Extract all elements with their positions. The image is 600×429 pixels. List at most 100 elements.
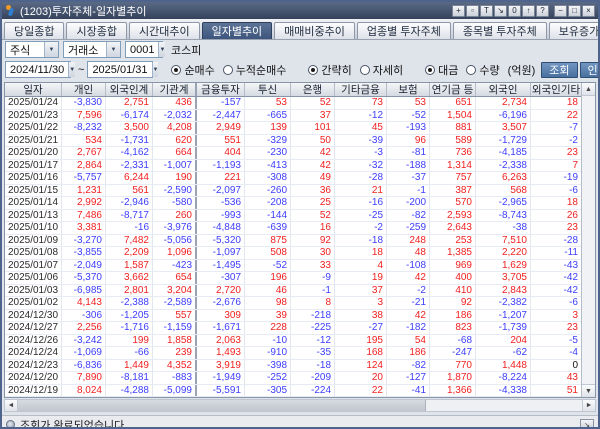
- value-cell: 1,858: [153, 335, 197, 347]
- tab-매매비중추이[interactable]: 매매비중추이: [274, 22, 355, 39]
- table-row[interactable]: 2025/01/21534-1,731620551-32950-3996589-…: [5, 135, 581, 148]
- value-cell: -9: [291, 272, 335, 284]
- table-row[interactable]: 2025/01/06-5,3703,662654-307196-91942400…: [5, 272, 581, 285]
- horizontal-scroll-track[interactable]: [426, 400, 582, 411]
- scroll-left-icon[interactable]: ◄: [5, 400, 18, 411]
- market-select[interactable]: 거래소 ▼: [63, 41, 121, 58]
- value-cell: -5,370: [62, 272, 106, 284]
- chevron-down-icon[interactable]: ▼: [106, 42, 120, 57]
- date-to-select[interactable]: 2025/01/31 ▼: [87, 61, 153, 78]
- resize-button[interactable]: ↘: [494, 5, 507, 17]
- tab-당일종합[interactable]: 당일종합: [4, 22, 64, 39]
- table-row[interactable]: 2025/01/142,992-2,946-580-536-20825-16-2…: [5, 197, 581, 210]
- column-header[interactable]: 기타금융: [335, 83, 387, 96]
- tab-보유증가종목[interactable]: 보유증가종목: [549, 22, 600, 39]
- chevron-down-icon[interactable]: ▼: [68, 62, 75, 77]
- radio-icon: [360, 65, 370, 75]
- value-cell: -5,757: [62, 172, 106, 184]
- value-cell: -993: [197, 210, 245, 222]
- column-header[interactable]: 보험: [387, 83, 430, 96]
- date-cell: 2025/01/09: [5, 235, 62, 247]
- t-button[interactable]: T: [480, 5, 493, 17]
- print-button[interactable]: 인쇄: [580, 62, 600, 78]
- help-button[interactable]: ?: [536, 5, 549, 17]
- tab-시장종합[interactable]: 시장종합: [66, 22, 126, 39]
- value-cell: 0: [531, 360, 581, 372]
- query-button[interactable]: 조회: [541, 62, 577, 78]
- value-cell: 186: [430, 310, 476, 322]
- radio-quantity[interactable]: 수량: [466, 62, 499, 78]
- chevron-down-icon[interactable]: ▼: [152, 62, 159, 77]
- table-row[interactable]: 2025/01/237,596-6,174-2,032-2,447-66537-…: [5, 110, 581, 123]
- value-cell: 52: [291, 210, 335, 222]
- column-header[interactable]: 금융투자: [197, 83, 245, 96]
- add-button[interactable]: +: [452, 5, 465, 17]
- scroll-right-icon[interactable]: ►: [582, 400, 595, 411]
- tab-업종별 투자주체[interactable]: 업종별 투자주체: [357, 22, 451, 39]
- radio-netbuy[interactable]: 순매수: [171, 62, 214, 78]
- asset-type-select[interactable]: 주식 ▼: [5, 41, 59, 58]
- column-header[interactable]: 외국인계: [106, 83, 153, 96]
- radio-cumulative-netbuy[interactable]: 누적순매수: [223, 62, 287, 78]
- status-corner-icon[interactable]: ↘: [580, 419, 594, 429]
- code-select[interactable]: 0001 ▼: [125, 41, 163, 58]
- table-row[interactable]: 2025/01/07-2,0491,587-423-1,495-52334-10…: [5, 260, 581, 273]
- radio-detailed[interactable]: 자세히: [360, 62, 403, 78]
- value-cell: -536: [197, 197, 245, 209]
- vertical-scroll-track[interactable]: [582, 96, 595, 384]
- table-row[interactable]: 2025/01/22-8,2323,5004,2082,94913910145-…: [5, 122, 581, 135]
- table-row[interactable]: 2024/12/30-306-1,20555730939-2183842186-…: [5, 310, 581, 323]
- vertical-scrollbar[interactable]: ▲ ▼: [581, 83, 595, 397]
- table-row[interactable]: 2025/01/03-6,9852,8013,2042,72046-137-24…: [5, 285, 581, 298]
- scroll-down-icon[interactable]: ▼: [582, 384, 595, 397]
- column-header[interactable]: 외국인: [476, 83, 531, 96]
- table-row[interactable]: 2024/12/26-3,2421991,8582,063-10-1219554…: [5, 335, 581, 348]
- value-cell: 736: [430, 147, 476, 159]
- column-header[interactable]: 개인: [62, 83, 106, 96]
- table-row[interactable]: 2024/12/207,890-8,181-883-1,949-252-2092…: [5, 372, 581, 385]
- table-row[interactable]: 2025/01/172,864-2,331-1,007-1,193-41342-…: [5, 160, 581, 173]
- column-header[interactable]: 연기금 등: [430, 83, 476, 96]
- table-row[interactable]: 2024/12/272,256-1,716-1,159-1,671228-225…: [5, 322, 581, 335]
- date-from-select[interactable]: 2024/11/30 ▼: [5, 61, 71, 78]
- table-row[interactable]: 2025/01/024,143-2,388-2,589-2,6769883-21…: [5, 297, 581, 310]
- table-row[interactable]: 2025/01/103,381-16-3,976-4,848-63916-2-2…: [5, 222, 581, 235]
- value-cell: 248: [387, 235, 430, 247]
- maximize-button[interactable]: □: [568, 5, 581, 17]
- radio-amount[interactable]: 대금: [425, 62, 458, 78]
- close-button[interactable]: ×: [582, 5, 595, 17]
- value-cell: 400: [430, 272, 476, 284]
- table-row[interactable]: 2024/12/24-1,069-662391,493-910-35168186…: [5, 347, 581, 360]
- table-row[interactable]: 2025/01/151,231561-2,590-2,097-2603621-1…: [5, 185, 581, 198]
- tab-종목별 투자주체[interactable]: 종목별 투자주체: [453, 22, 547, 39]
- column-header[interactable]: 일자: [5, 83, 62, 96]
- minimize-button[interactable]: −: [554, 5, 567, 17]
- table-row[interactable]: 2025/01/09-3,2707,482-5,056-5,32087592-1…: [5, 235, 581, 248]
- chevron-down-icon[interactable]: ▼: [44, 42, 58, 57]
- scroll-up-icon[interactable]: ▲: [582, 83, 595, 96]
- screen-button[interactable]: ▫: [466, 5, 479, 17]
- radio-brief[interactable]: 간략히: [308, 62, 351, 78]
- pin-button[interactable]: ↑: [522, 5, 535, 17]
- horizontal-scrollbar[interactable]: ◄ ►: [4, 399, 596, 412]
- filter-row-1: 주식 ▼ 거래소 ▼ 0001 ▼ 코스피: [2, 40, 598, 59]
- horizontal-scroll-thumb[interactable]: [18, 400, 426, 411]
- table-row[interactable]: 2025/01/137,486-8,717260-993-14452-25-82…: [5, 210, 581, 223]
- tab-일자별추이[interactable]: 일자별추이: [202, 22, 273, 39]
- column-header[interactable]: 은행: [291, 83, 335, 96]
- zero-button[interactable]: 0: [508, 5, 521, 17]
- column-header[interactable]: 투신: [245, 83, 291, 96]
- table-row[interactable]: 2025/01/202,767-4,162664404-23042-3-8173…: [5, 147, 581, 160]
- chevron-down-icon[interactable]: ▼: [158, 42, 165, 57]
- table-row[interactable]: 2025/01/24-3,8302,751436-157535273536512…: [5, 97, 581, 110]
- column-header[interactable]: 외국인기타: [531, 83, 581, 96]
- table-row[interactable]: 2024/12/23-6,8361,4494,3523,919-398-1812…: [5, 360, 581, 373]
- value-cell: 23: [531, 322, 581, 334]
- table-row[interactable]: 2025/01/16-5,7576,244190221-30849-28-377…: [5, 172, 581, 185]
- date-cell: 2025/01/24: [5, 97, 62, 109]
- table-row[interactable]: 2025/01/08-3,8552,2091,096-1,09750830184…: [5, 247, 581, 260]
- tab-시간대추이[interactable]: 시간대추이: [129, 22, 200, 39]
- value-cell: 875: [245, 235, 291, 247]
- column-header[interactable]: 기관계: [153, 83, 197, 96]
- table-row[interactable]: 2024/12/198,024-4,288-5,099-5,591-305-22…: [5, 385, 581, 398]
